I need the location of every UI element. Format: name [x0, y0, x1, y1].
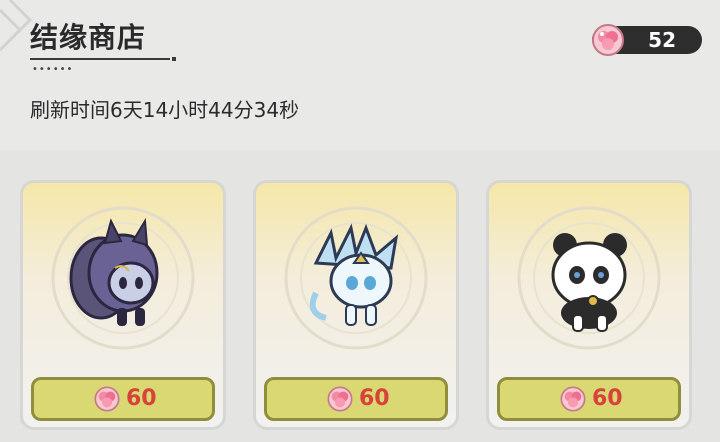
shop-item-card-2[interactable]: 60 — [253, 180, 459, 430]
buy-button-1[interactable]: 60 — [31, 377, 215, 421]
shop-title: 结缘商店 — [30, 21, 147, 54]
refresh-timer: 刷新时间6天14小时44分34秒 — [30, 98, 300, 122]
buy-button-3[interactable]: 60 — [497, 377, 681, 421]
item-price: 60 — [126, 386, 157, 411]
panda-pet-icon — [517, 206, 661, 350]
buy-button-2[interactable]: 60 — [264, 377, 448, 421]
item-price: 60 — [592, 386, 623, 411]
title-dots: •••••• — [32, 64, 74, 75]
shop-item-card-1[interactable]: 60 — [20, 180, 226, 430]
pink-gem-icon — [592, 24, 624, 56]
dark-fox-pet-icon — [51, 206, 195, 350]
pink-gem-icon — [560, 386, 586, 412]
title-underline — [30, 57, 176, 61]
currency-amount: 52 — [648, 28, 676, 52]
currency-counter[interactable]: 52 — [592, 24, 702, 56]
white-dragon-fox-pet-icon — [284, 206, 428, 350]
pink-gem-icon — [94, 386, 120, 412]
item-price: 60 — [359, 386, 390, 411]
pink-gem-icon — [327, 386, 353, 412]
shop-item-card-3[interactable]: 60 — [486, 180, 692, 430]
